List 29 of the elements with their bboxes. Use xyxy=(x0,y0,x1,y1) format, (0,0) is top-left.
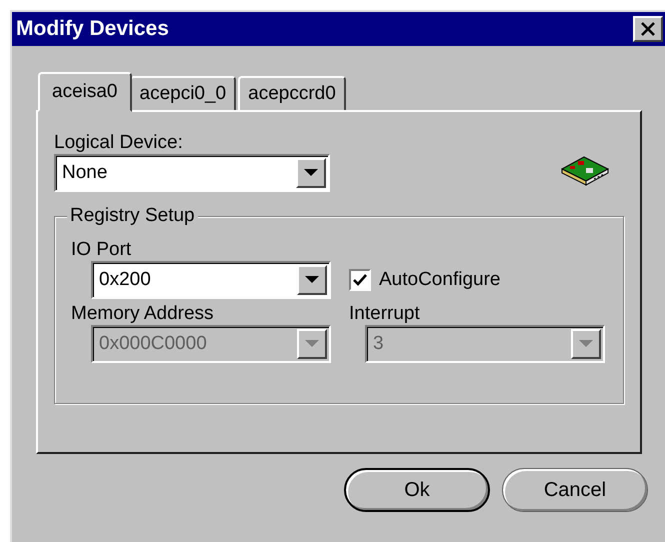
close-button[interactable] xyxy=(633,16,663,42)
tab[interactable]: acepccrd0 xyxy=(238,76,346,110)
field-label: Interrupt xyxy=(349,303,421,325)
dropdown-arrow-icon xyxy=(579,340,593,348)
field-label: Logical Device: xyxy=(54,132,184,154)
checkmark-icon xyxy=(353,274,367,286)
dialog-button[interactable]: Cancel xyxy=(502,468,648,512)
dropdown-arrow-icon xyxy=(305,276,319,284)
tab[interactable]: acepci0_0 xyxy=(130,76,236,110)
checkbox-label: AutoConfigure xyxy=(379,269,500,291)
dropdown-arrow-icon xyxy=(304,169,318,177)
field-label: IO Port xyxy=(71,239,132,261)
close-icon xyxy=(640,22,656,36)
combo-value: None xyxy=(62,162,108,184)
field-label: Memory Address xyxy=(71,303,215,325)
window-title: Modify Devices xyxy=(16,17,169,41)
group-title: Registry Setup xyxy=(67,205,198,227)
autoconfigure-checkbox[interactable]: AutoConfigure xyxy=(349,261,619,299)
dropdown-arrow-icon xyxy=(305,340,319,348)
io-port-dropdown[interactable]: 0x200 xyxy=(91,261,331,299)
dropdown-button[interactable] xyxy=(297,265,327,295)
dialog-button[interactable]: Ok xyxy=(344,468,490,512)
combo-value: 0x200 xyxy=(99,269,152,291)
dropdown-button[interactable] xyxy=(296,158,326,188)
combo-value: 0x000C0000 xyxy=(99,333,208,355)
checkbox[interactable] xyxy=(349,269,371,291)
combo-value: 3 xyxy=(373,333,385,355)
tab[interactable]: aceisa0 xyxy=(38,72,132,112)
logical-device-dropdown[interactable]: None xyxy=(54,154,330,192)
